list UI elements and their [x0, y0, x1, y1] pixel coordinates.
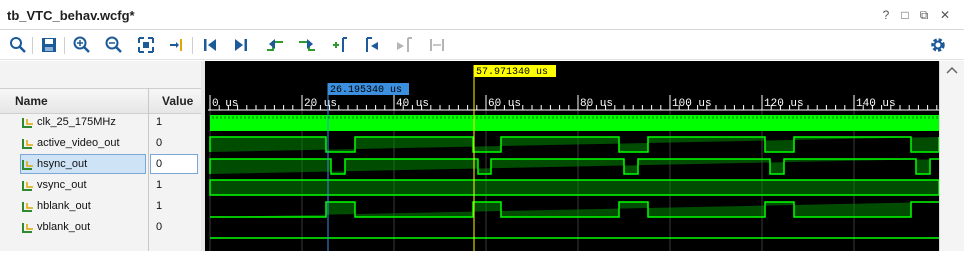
go-to-time-0-icon[interactable] [200, 35, 220, 55]
float-button[interactable]: ⧉ [917, 8, 931, 22]
waveform-active-video-out [209, 136, 940, 153]
close-button[interactable]: ✕ [938, 8, 952, 22]
signal-name: vblank_out [37, 221, 91, 233]
tick-label-140: 140 us [856, 98, 896, 110]
swap-cursors-icon[interactable] [427, 35, 447, 55]
add-marker-icon[interactable] [330, 35, 350, 55]
signal-row-vsync-out[interactable]: vsync_out 1 [0, 175, 201, 196]
signal-icon [22, 158, 34, 170]
help-button[interactable]: ? [879, 8, 893, 22]
search-icon[interactable] [8, 35, 28, 55]
signal-icon [22, 200, 34, 212]
gear-icon[interactable] [928, 35, 948, 55]
previous-transition-icon[interactable] [265, 35, 285, 55]
tick-label-100: 100 us [672, 98, 712, 110]
signal-value: 1 [156, 179, 163, 191]
signal-row-active-video-out[interactable]: active_video_out 0 [0, 133, 201, 154]
signal-icon [22, 221, 34, 233]
go-to-last-time-icon[interactable] [231, 35, 251, 55]
save-icon[interactable] [39, 35, 59, 55]
waveform-clk-25-175mhz [210, 115, 939, 131]
next-transition-icon[interactable] [297, 35, 317, 55]
signal-name: active_video_out [37, 137, 120, 149]
go-to-cursor-icon[interactable] [167, 35, 187, 55]
tick-label-0: 0 us [212, 98, 238, 110]
signal-value: 0 [156, 221, 163, 233]
vertical-scrollbar[interactable] [939, 61, 964, 251]
signal-row-vblank-out[interactable]: vblank_out 0 [0, 217, 201, 238]
signal-value: 1 [156, 116, 163, 128]
zoom-fit-icon[interactable] [136, 35, 156, 55]
signal-value: 1 [156, 200, 163, 212]
toolbar [0, 31, 964, 60]
secondary-cursor-label: 26.195340 us [330, 85, 402, 96]
next-marker-icon[interactable] [394, 35, 414, 55]
name-column-header[interactable]: Name [15, 94, 48, 108]
tick-label-40: 40 us [396, 98, 429, 110]
signal-icon [22, 116, 34, 128]
signal-name: hsync_out [37, 158, 88, 170]
zoom-out-icon[interactable] [104, 35, 124, 55]
signal-name: vsync_out [37, 179, 87, 191]
signal-name: clk_25_175MHz [37, 116, 116, 128]
window-title: tb_VTC_behav.wcfg* [7, 8, 135, 23]
previous-marker-icon[interactable] [362, 35, 382, 55]
tick-label-20: 20 us [304, 98, 337, 110]
signal-icon [22, 137, 34, 149]
restore-button[interactable]: □ [898, 8, 912, 22]
zoom-in-icon[interactable] [72, 35, 92, 55]
column-header: Name Value [0, 88, 201, 114]
signal-icon [22, 179, 34, 191]
scroll-up-icon[interactable] [940, 63, 964, 79]
waveform-vsync-out [209, 179, 940, 196]
title-bar: tb_VTC_behav.wcfg* ? □ ⧉ ✕ [0, 0, 964, 30]
waveform-hblank-out [210, 201, 939, 218]
signal-row-hblank-out[interactable]: hblank_out 1 [0, 196, 201, 217]
tick-label-60: 60 us [488, 98, 521, 110]
value-column-header[interactable]: Value [162, 94, 193, 108]
primary-cursor-label: 57.971340 us [476, 67, 548, 78]
waveform-panel[interactable]: 0 us 20 us 40 us 60 us 80 us 100 us 120 … [205, 61, 940, 251]
signal-row-clk-25-175mhz[interactable]: clk_25_175MHz 1 [0, 112, 201, 133]
signal-row-hsync-out[interactable]: hsync_out 0 [0, 154, 201, 175]
tick-label-120: 120 us [764, 98, 804, 110]
tick-label-80: 80 us [580, 98, 613, 110]
signal-name: hblank_out [37, 200, 91, 212]
waveform-hsync-out [209, 158, 939, 175]
signal-value: 0 [156, 158, 163, 170]
signal-value: 0 [156, 137, 163, 149]
